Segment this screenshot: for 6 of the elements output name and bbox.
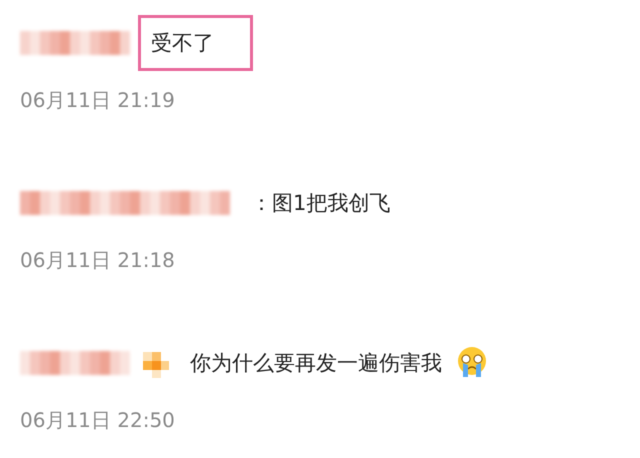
comment-text: ：图1把我创飞 [250,190,392,217]
comment-time: 06月11日 22:50 [20,407,176,434]
comment-time: 06月11日 21:19 [20,87,176,114]
comment-text: 你为什么要再发一遍伤害我 [189,350,443,377]
comment-text: 受不了 [138,15,253,71]
comment-time: 06月11日 21:18 [20,247,176,274]
